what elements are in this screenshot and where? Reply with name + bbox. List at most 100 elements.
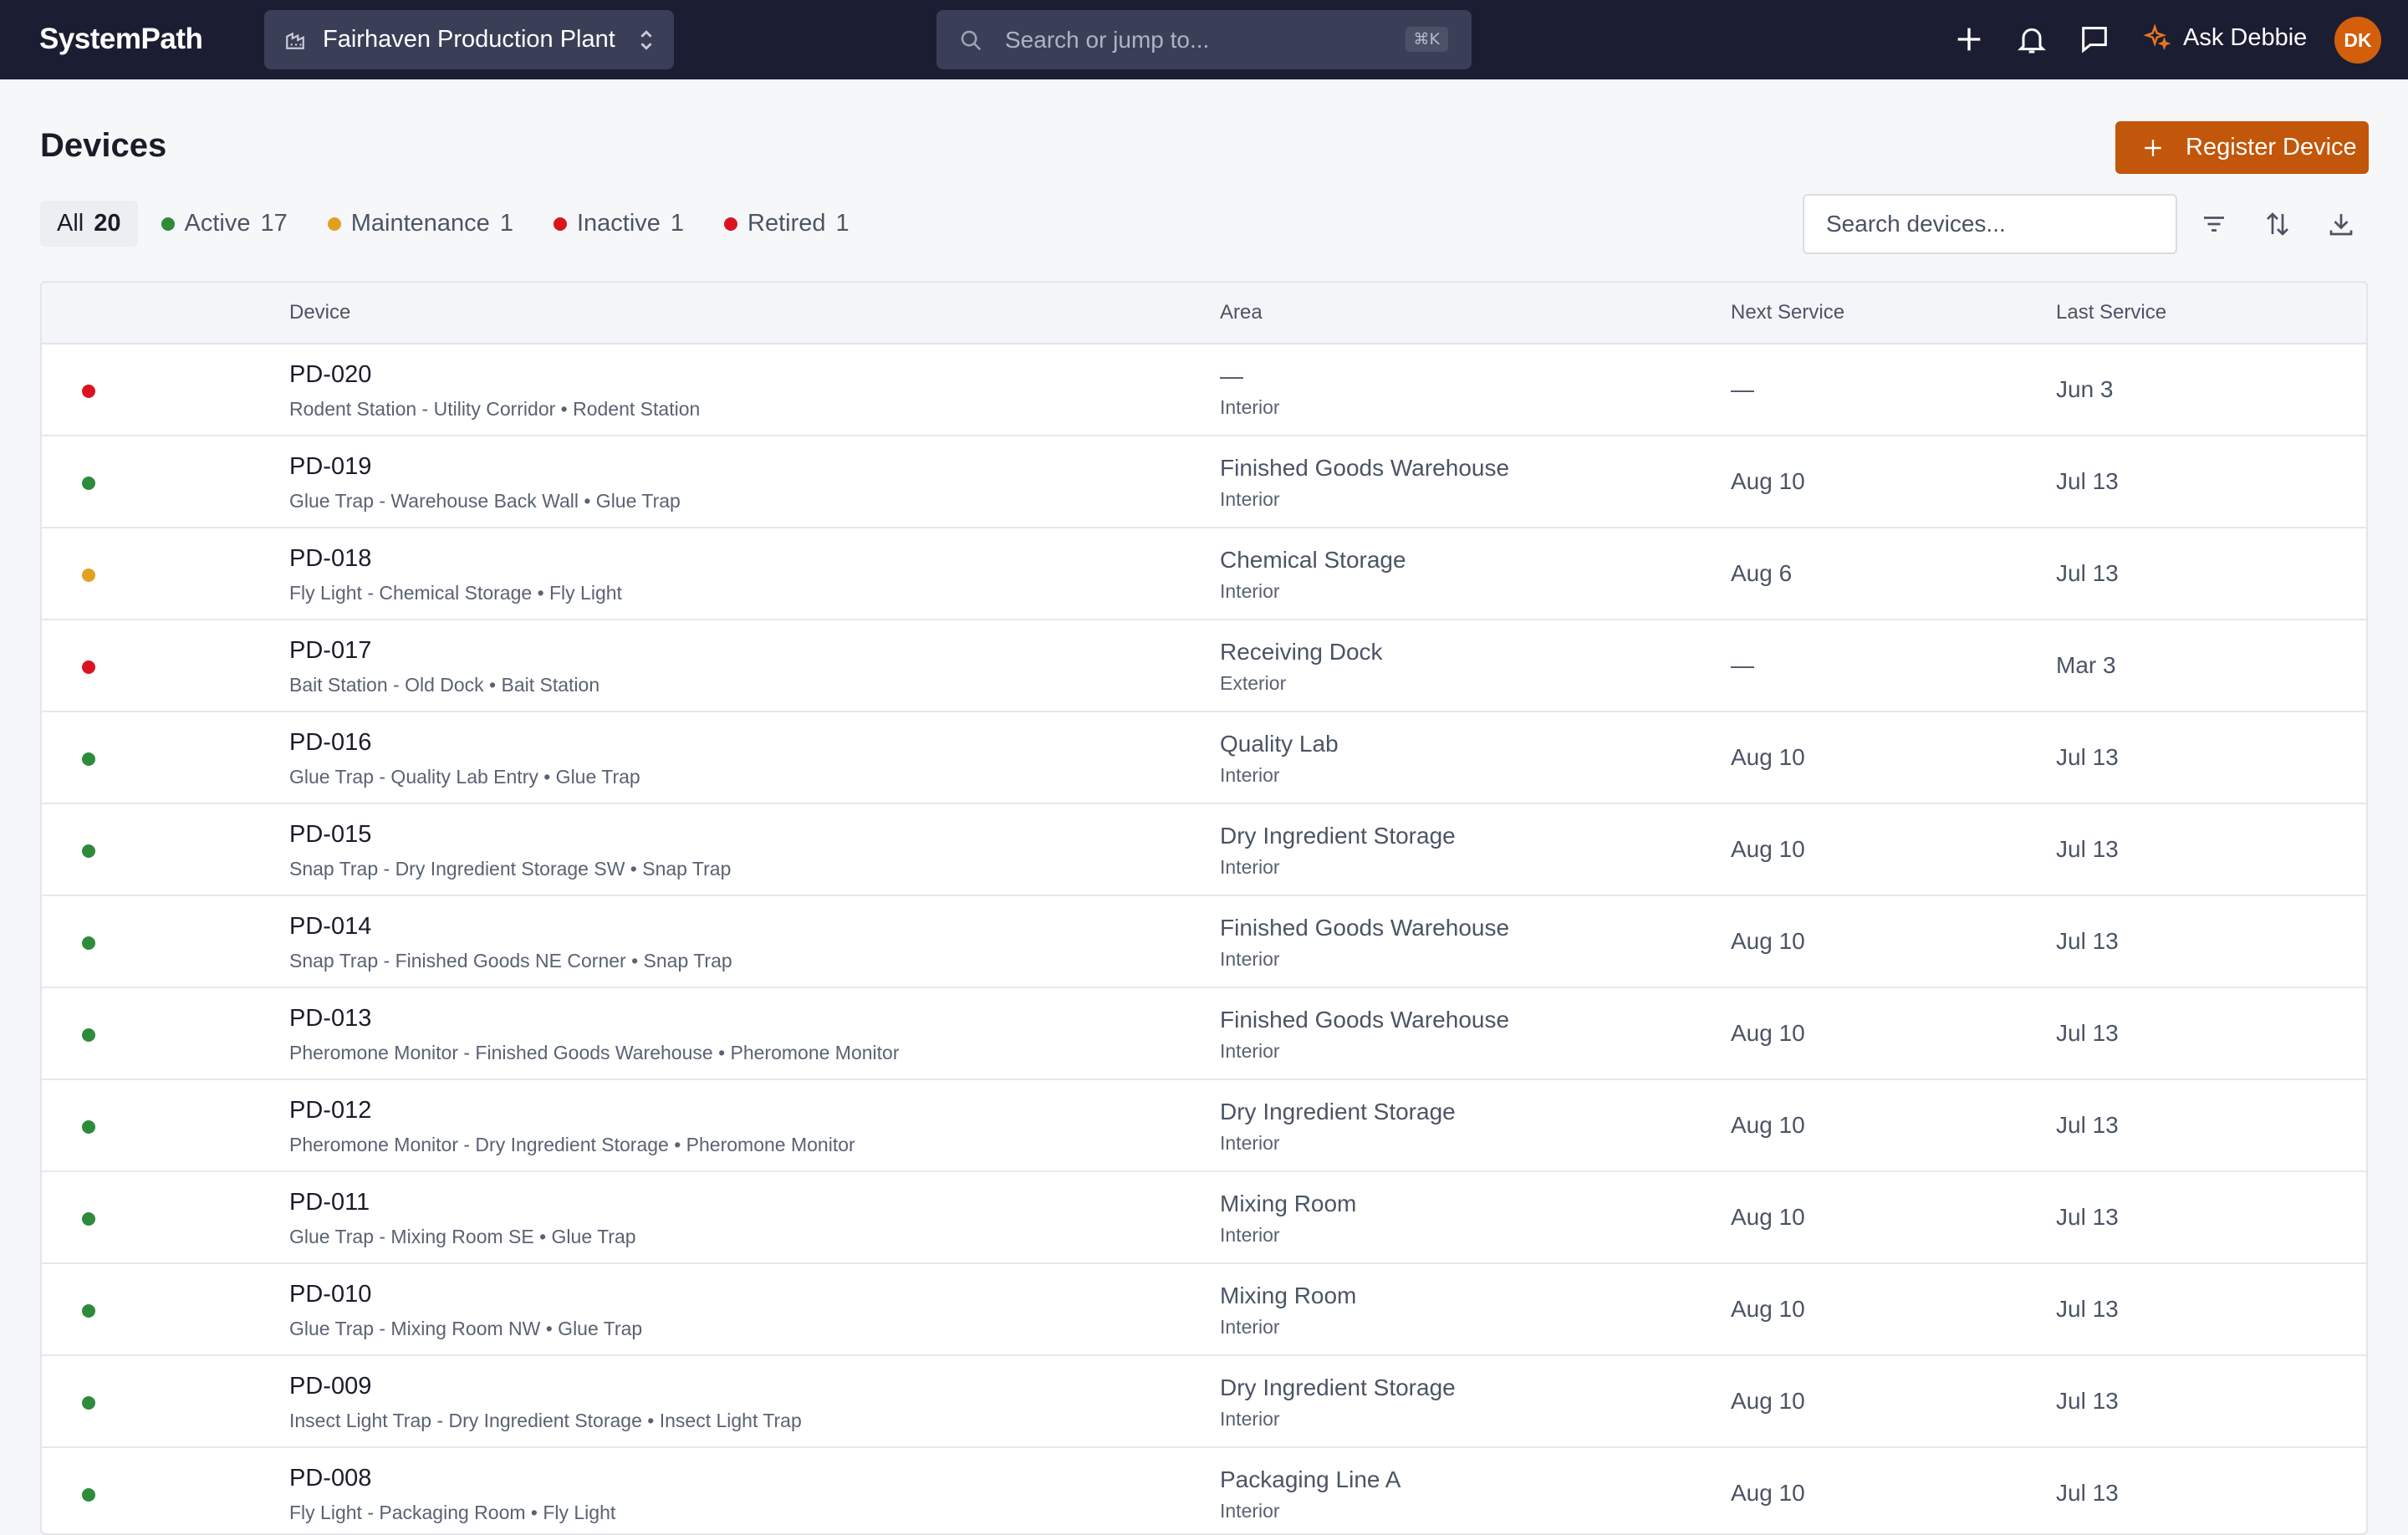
last-service-date: Jul 13 bbox=[2056, 928, 2119, 954]
device-id[interactable]: PD-011 bbox=[289, 1189, 370, 1216]
ask-debbie-button[interactable]: Ask Debbie bbox=[2143, 23, 2307, 52]
status-dot bbox=[82, 1120, 95, 1134]
filter-label: Inactive bbox=[576, 210, 661, 237]
table-row[interactable]: PD-011 Glue Trap - Mixing Room SE • Glue … bbox=[42, 1172, 2366, 1264]
filter-tab-all[interactable]: All 20 bbox=[40, 201, 138, 247]
user-avatar[interactable]: DK bbox=[2334, 17, 2381, 64]
sparkle-icon bbox=[2143, 23, 2171, 51]
status-dot bbox=[82, 477, 95, 490]
device-description: Glue Trap - Mixing Room NW • Glue Trap bbox=[289, 1318, 643, 1339]
device-search-input[interactable] bbox=[1803, 194, 2177, 254]
bell-icon[interactable] bbox=[2015, 23, 2048, 56]
column-area[interactable]: Area bbox=[1220, 301, 1263, 324]
filter-icon[interactable] bbox=[2199, 209, 2229, 239]
device-id[interactable]: PD-008 bbox=[289, 1465, 371, 1492]
next-service-date: Aug 10 bbox=[1731, 1020, 1805, 1046]
chat-icon[interactable] bbox=[2078, 23, 2111, 56]
status-dot bbox=[82, 1396, 95, 1410]
device-id[interactable]: PD-017 bbox=[289, 637, 371, 665]
device-id[interactable]: PD-020 bbox=[289, 361, 371, 389]
ask-debbie-label: Ask Debbie bbox=[2183, 23, 2308, 51]
device-id[interactable]: PD-014 bbox=[289, 913, 371, 941]
table-body: PD-020 Rodent Station - Utility Corridor … bbox=[42, 344, 2366, 1533]
plus-icon bbox=[2145, 139, 2161, 156]
download-icon[interactable] bbox=[2326, 209, 2356, 239]
device-id[interactable]: PD-019 bbox=[289, 453, 371, 481]
last-service-date: Jul 13 bbox=[2056, 1112, 2119, 1138]
filter-tab-active[interactable]: Active 17 bbox=[145, 201, 304, 247]
device-id[interactable]: PD-016 bbox=[289, 729, 371, 757]
global-search[interactable]: ⌘K bbox=[936, 10, 1472, 69]
table-row[interactable]: PD-016 Glue Trap - Quality Lab Entry • Gl… bbox=[42, 712, 2366, 804]
table-row[interactable]: PD-014 Snap Trap - Finished Goods NE Corn… bbox=[42, 896, 2366, 988]
device-description: Glue Trap - Warehouse Back Wall • Glue T… bbox=[289, 490, 681, 512]
area-type: Interior bbox=[1220, 396, 1280, 418]
table-row[interactable]: PD-019 Glue Trap - Warehouse Back Wall • … bbox=[42, 436, 2366, 528]
device-description: Insect Light Trap - Dry Ingredient Stora… bbox=[289, 1410, 802, 1431]
column-device[interactable]: Device bbox=[289, 301, 350, 324]
next-service-date: Aug 10 bbox=[1731, 836, 1805, 862]
last-service-date: Jul 13 bbox=[2056, 560, 2119, 586]
device-description: Glue Trap - Mixing Room SE • Glue Trap bbox=[289, 1226, 636, 1247]
last-service-date: Mar 3 bbox=[2056, 652, 2116, 678]
site-switcher[interactable]: Fairhaven Production Plant bbox=[264, 10, 674, 69]
device-id[interactable]: PD-012 bbox=[289, 1097, 371, 1124]
device-id[interactable]: PD-013 bbox=[289, 1005, 371, 1033]
next-service-date: Aug 10 bbox=[1731, 1112, 1805, 1138]
filter-tab-maintenance[interactable]: Maintenance 1 bbox=[311, 201, 530, 247]
area-type: Interior bbox=[1220, 1224, 1280, 1246]
table-header: Device Area Next Service Last Service bbox=[42, 283, 2366, 344]
status-dot bbox=[82, 1304, 95, 1318]
device-id[interactable]: PD-018 bbox=[289, 545, 371, 573]
area-name: — bbox=[1220, 363, 1243, 389]
status-dot bbox=[82, 385, 95, 398]
register-device-button[interactable]: Register Device bbox=[2115, 121, 2369, 174]
plus-icon[interactable] bbox=[1952, 23, 1986, 56]
device-id[interactable]: PD-009 bbox=[289, 1373, 371, 1400]
last-service-date: Jul 13 bbox=[2056, 836, 2119, 862]
table-row[interactable]: PD-009 Insect Light Trap - Dry Ingredient… bbox=[42, 1356, 2366, 1448]
device-description: Glue Trap - Quality Lab Entry • Glue Tra… bbox=[289, 766, 640, 788]
table-row[interactable]: PD-015 Snap Trap - Dry Ingredient Storage… bbox=[42, 804, 2366, 896]
area-name: Chemical Storage bbox=[1220, 547, 1406, 573]
table-row[interactable]: PD-020 Rodent Station - Utility Corridor … bbox=[42, 344, 2366, 436]
filter-tab-retired[interactable]: Retired 1 bbox=[707, 201, 866, 247]
table-row[interactable]: PD-010 Glue Trap - Mixing Room NW • Glue … bbox=[42, 1264, 2366, 1356]
filter-count: 17 bbox=[260, 210, 288, 237]
next-service-date: Aug 10 bbox=[1731, 468, 1805, 494]
status-dot bbox=[161, 217, 175, 231]
area-type: Interior bbox=[1220, 488, 1280, 510]
last-service-date: Jul 13 bbox=[2056, 1296, 2119, 1322]
last-service-date: Jul 13 bbox=[2056, 744, 2119, 770]
device-id[interactable]: PD-015 bbox=[289, 821, 371, 849]
global-search-input[interactable] bbox=[1005, 26, 1373, 54]
last-service-date: Jul 13 bbox=[2056, 1204, 2119, 1230]
next-service-date: Aug 10 bbox=[1731, 1480, 1805, 1506]
sort-icon[interactable] bbox=[2263, 209, 2293, 239]
table-row[interactable]: PD-013 Pheromone Monitor - Finished Goods… bbox=[42, 988, 2366, 1080]
device-description: Fly Light - Packaging Room • Fly Light bbox=[289, 1502, 616, 1523]
table-row[interactable]: PD-008 Fly Light - Packaging Room • Fly L… bbox=[42, 1448, 2366, 1533]
table-row[interactable]: PD-018 Fly Light - Chemical Storage • Fly… bbox=[42, 528, 2366, 620]
next-service-date: — bbox=[1731, 652, 1754, 678]
device-id[interactable]: PD-010 bbox=[289, 1281, 371, 1308]
register-device-label: Register Device bbox=[2186, 134, 2357, 161]
brand-logo[interactable]: SystemPath bbox=[39, 23, 203, 56]
filter-tab-inactive[interactable]: Inactive 1 bbox=[537, 201, 701, 247]
device-description: Snap Trap - Dry Ingredient Storage SW • … bbox=[289, 858, 732, 880]
area-name: Finished Goods Warehouse bbox=[1220, 915, 1510, 941]
table-row[interactable]: PD-017 Bait Station - Old Dock • Bait Sta… bbox=[42, 620, 2366, 712]
area-name: Dry Ingredient Storage bbox=[1220, 1099, 1456, 1124]
status-dot bbox=[82, 1488, 95, 1502]
column-next-service[interactable]: Next Service bbox=[1731, 301, 1844, 324]
area-type: Interior bbox=[1220, 1316, 1280, 1338]
last-service-date: Jul 13 bbox=[2056, 1480, 2119, 1506]
column-last-service[interactable]: Last Service bbox=[2056, 301, 2166, 324]
device-description: Rodent Station - Utility Corridor • Rode… bbox=[289, 398, 701, 420]
last-service-date: Jul 13 bbox=[2056, 1020, 2119, 1046]
status-dot bbox=[553, 217, 567, 231]
table-row[interactable]: PD-012 Pheromone Monitor - Dry Ingredient… bbox=[42, 1080, 2366, 1172]
next-service-date: Aug 10 bbox=[1731, 1296, 1805, 1322]
last-service-date: Jul 13 bbox=[2056, 468, 2119, 494]
filter-label: Maintenance bbox=[350, 210, 490, 237]
